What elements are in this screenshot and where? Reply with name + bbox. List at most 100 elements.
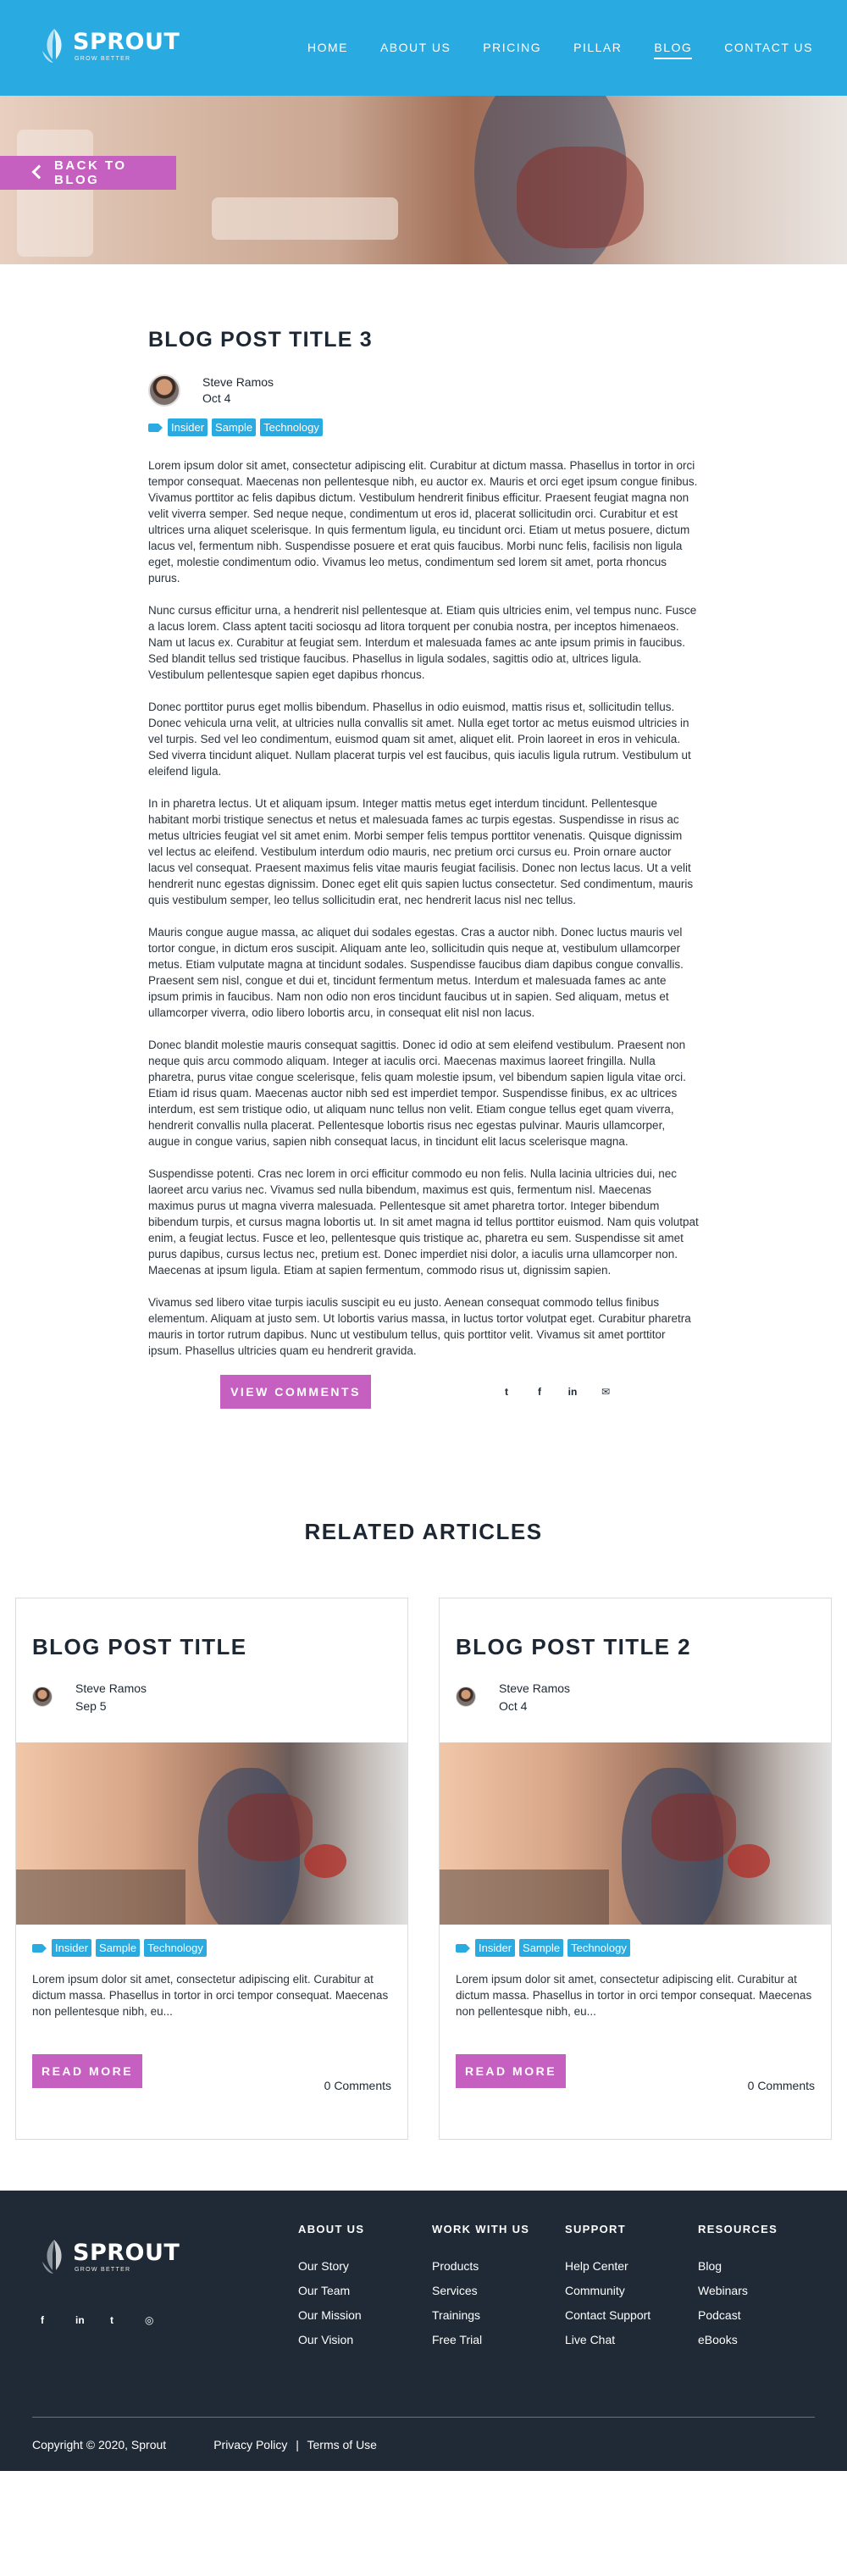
post-actions: VIEW COMMENTS t f in ✉	[148, 1375, 699, 1409]
share-links: t f in ✉	[498, 1386, 630, 1398]
footer-link[interactable]: Blog	[698, 2254, 778, 2279]
tag-insider[interactable]: Insider	[52, 1939, 92, 1957]
privacy-policy-link[interactable]: Privacy Policy	[213, 2438, 287, 2451]
footer-link[interactable]: eBooks	[698, 2328, 778, 2352]
brand-tagline: GROW BETTER	[75, 2266, 131, 2273]
nav-home[interactable]: HOME	[307, 41, 348, 59]
card-excerpt: Lorem ipsum dolor sit amet, consectetur …	[32, 1973, 389, 2018]
facebook-icon[interactable]: f	[41, 2314, 53, 2326]
tag-technology[interactable]: Technology	[144, 1939, 207, 1957]
post-paragraph: Lorem ipsum dolor sit amet, consectetur …	[148, 459, 698, 584]
related-articles-heading: RELATED ARTICLES	[304, 1519, 543, 1544]
post-paragraph: Mauris congue augue massa, ac aliquet du…	[148, 926, 684, 1019]
post-paragraph: Suspendisse potenti. Cras nec lorem in o…	[148, 1167, 699, 1277]
blog-post: BLOG POST TITLE 3 Steve Ramos Oct 4 Insi…	[148, 328, 699, 1409]
tag-insider[interactable]: Insider	[168, 418, 208, 436]
instagram-icon[interactable]: ◎	[145, 2314, 157, 2326]
author-name[interactable]: Steve Ramos	[75, 1680, 147, 1698]
linkedin-icon[interactable]: in	[75, 2314, 87, 2326]
tag-technology[interactable]: Technology	[260, 418, 323, 436]
footer-divider	[32, 2417, 815, 2418]
footer-link[interactable]: Our Vision	[298, 2328, 364, 2352]
footer-link[interactable]: Products	[432, 2254, 529, 2279]
related-card[interactable]: BLOG POST TITLE Steve Ramos Sep 5 Inside…	[15, 1598, 408, 2140]
nav-contact-us[interactable]: CONTACT US	[724, 41, 813, 59]
card-excerpt: Lorem ipsum dolor sit amet, consectetur …	[456, 1973, 812, 2018]
tag-sample[interactable]: Sample	[519, 1939, 564, 1957]
footer-col-work: WORK WITH US Products Services Trainings…	[432, 2223, 529, 2352]
avatar	[456, 1687, 476, 1707]
footer-social: f in t ◎	[41, 2314, 180, 2326]
related-articles: BLOG POST TITLE Steve Ramos Sep 5 Inside…	[15, 1598, 832, 2140]
card-title[interactable]: BLOG POST TITLE 2	[456, 1634, 691, 1660]
twitter-icon[interactable]: t	[110, 2314, 122, 2326]
footer-col-heading: WORK WITH US	[432, 2223, 530, 2235]
tag-technology[interactable]: Technology	[567, 1939, 630, 1957]
footer-link[interactable]: Services	[432, 2279, 529, 2303]
twitter-icon[interactable]: t	[498, 1386, 515, 1398]
post-tags: Insider Sample Technology	[148, 418, 699, 436]
nav-pricing[interactable]: PRICING	[483, 41, 541, 59]
post-date: Sep 5	[75, 1699, 107, 1713]
email-icon[interactable]: ✉	[597, 1386, 614, 1398]
brand-name: SPROUT	[73, 28, 180, 55]
footer-col-about: ABOUT US Our Story Our Team Our Mission …	[298, 2223, 364, 2352]
tag-sample[interactable]: Sample	[212, 418, 257, 436]
card-title[interactable]: BLOG POST TITLE	[32, 1634, 247, 1660]
brand-logo[interactable]: SPROUT GROW BETTER	[41, 25, 180, 66]
post-paragraph: In in pharetra lectus. Ut et aliquam ips…	[148, 797, 694, 906]
post-author: Steve Ramos Oct 4	[148, 374, 699, 407]
author-name[interactable]: Steve Ramos	[499, 1680, 570, 1698]
read-more-button[interactable]: READ MORE	[32, 2054, 142, 2088]
comments-count[interactable]: 0 Comments	[748, 2079, 815, 2092]
post-paragraph: Donec porttitor purus eget mollis bibend…	[148, 701, 691, 778]
tag-sample[interactable]: Sample	[96, 1939, 141, 1957]
footer-bottom: Copyright © 2020, Sprout Privacy Policy …	[32, 2438, 377, 2451]
card-image[interactable]	[16, 1742, 407, 1925]
tag-icon	[148, 423, 163, 432]
back-to-blog-label: BACK TO BLOG	[54, 158, 127, 187]
footer-link[interactable]: Free Trial	[432, 2328, 529, 2352]
footer-link[interactable]: Webinars	[698, 2279, 778, 2303]
card-tags: Insider Sample Technology	[456, 1939, 634, 1957]
brand-name: SPROUT	[73, 2239, 180, 2266]
post-paragraph: Vivamus sed libero vitae turpis iaculis …	[148, 1296, 691, 1357]
post-title: BLOG POST TITLE 3	[148, 328, 373, 352]
author-name[interactable]: Steve Ramos	[202, 374, 274, 391]
footer-link[interactable]: Contact Support	[565, 2303, 650, 2328]
read-more-button[interactable]: READ MORE	[456, 2054, 566, 2088]
footer-link[interactable]: Our Team	[298, 2279, 364, 2303]
footer-link[interactable]: Live Chat	[565, 2328, 650, 2352]
footer-col-heading: RESOURCES	[698, 2223, 778, 2235]
footer-link[interactable]: Help Center	[565, 2254, 650, 2279]
footer-link[interactable]: Our Mission	[298, 2303, 364, 2328]
sprout-leaf-icon	[42, 29, 62, 63]
card-image[interactable]	[440, 1742, 831, 1925]
nav-pillar[interactable]: PILLAR	[573, 41, 622, 59]
footer-link[interactable]: Podcast	[698, 2303, 778, 2328]
comments-count[interactable]: 0 Comments	[324, 2079, 391, 2092]
footer-col-resources: RESOURCES Blog Webinars Podcast eBooks	[698, 2223, 778, 2352]
footer-link[interactable]: Our Story	[298, 2254, 364, 2279]
post-paragraph: Nunc cursus efficitur urna, a hendrerit …	[148, 604, 697, 681]
link-separator: |	[296, 2438, 299, 2451]
linkedin-icon[interactable]: in	[564, 1386, 581, 1398]
footer-link[interactable]: Community	[565, 2279, 650, 2303]
nav-about-us[interactable]: ABOUT US	[380, 41, 451, 59]
sprout-leaf-icon	[42, 2240, 62, 2274]
view-comments-button[interactable]: VIEW COMMENTS	[220, 1375, 371, 1409]
brand-tagline: GROW BETTER	[75, 55, 131, 62]
related-card[interactable]: BLOG POST TITLE 2 Steve Ramos Oct 4 Insi…	[439, 1598, 832, 2140]
avatar	[148, 374, 180, 407]
nav-blog[interactable]: BLOG	[654, 41, 693, 59]
post-paragraph: Donec blandit molestie mauris consequat …	[148, 1039, 686, 1148]
back-to-blog-button[interactable]: BACK TO BLOG	[0, 156, 176, 190]
site-footer: SPROUT GROW BETTER f in t ◎ ABOUT US Our…	[0, 2191, 847, 2471]
footer-logo[interactable]: SPROUT GROW BETTER	[41, 2236, 180, 2277]
footer-col-heading: ABOUT US	[298, 2223, 365, 2235]
tag-insider[interactable]: Insider	[475, 1939, 516, 1957]
footer-link[interactable]: Trainings	[432, 2303, 529, 2328]
terms-of-use-link[interactable]: Terms of Use	[307, 2438, 377, 2451]
facebook-icon[interactable]: f	[531, 1386, 548, 1398]
tag-icon	[32, 1943, 47, 1953]
